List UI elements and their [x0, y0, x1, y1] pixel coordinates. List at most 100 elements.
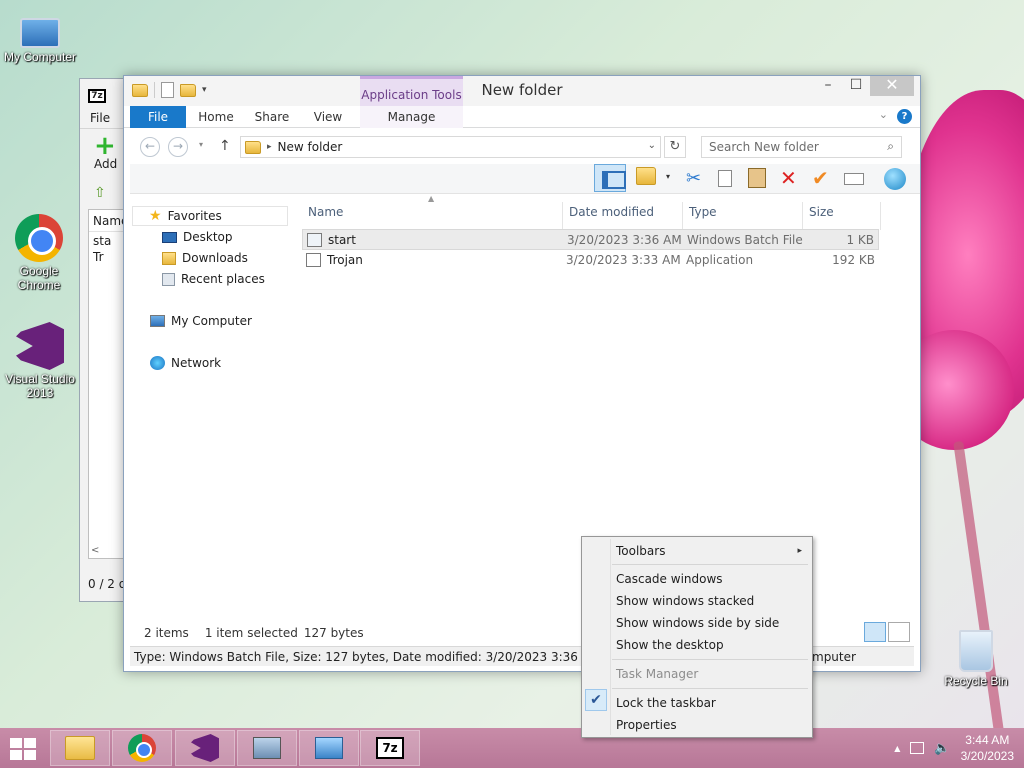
column-header-name[interactable]: Name	[302, 202, 563, 230]
address-dropdown-icon[interactable]: ⌄	[648, 140, 656, 151]
folder-options-button[interactable]	[636, 167, 658, 189]
windows-logo-icon	[10, 738, 22, 748]
star-icon: ★	[149, 208, 162, 224]
resource-monitor-icon	[253, 737, 281, 759]
expand-ribbon-icon[interactable]: ⌄	[879, 108, 888, 121]
taskbar[interactable]: 7z ▲ 🔈 3:44 AM 3/20/2023	[0, 728, 1024, 768]
status-bytes: 127 bytes	[303, 626, 364, 640]
tab-file[interactable]: File	[130, 106, 186, 128]
menu-item-toolbars[interactable]: Toolbars	[616, 541, 806, 561]
column-header-type[interactable]: Type	[683, 202, 803, 230]
maximize-button[interactable]: ☐	[842, 76, 870, 96]
desktop-icon-visual-studio[interactable]: Visual Studio 2013	[0, 322, 80, 400]
breadcrumb-current[interactable]: New folder	[278, 140, 343, 154]
rename-icon[interactable]	[844, 173, 864, 185]
nav-network[interactable]: Network	[150, 353, 221, 373]
file-row[interactable]: Trojan 3/20/2023 3:33 AM Application 192…	[302, 250, 879, 271]
recent-places-icon	[162, 272, 175, 286]
back-button[interactable]: ←	[140, 137, 160, 157]
minimize-button[interactable]: –	[814, 76, 842, 96]
desktop-icon-my-computer[interactable]: My Computer	[0, 8, 80, 64]
refresh-button[interactable]: ↻	[664, 136, 686, 158]
nav-my-computer[interactable]: My Computer	[150, 311, 252, 331]
file-row[interactable]: start 3/20/2023 3:36 AM Windows Batch Fi…	[302, 229, 879, 250]
help-icon[interactable]: ?	[897, 109, 912, 124]
application-icon	[306, 253, 321, 267]
status-bar: 2 items 1 item selected 127 bytes	[144, 626, 364, 640]
network-status-icon[interactable]	[910, 742, 925, 754]
search-icon[interactable]: ⌕	[887, 139, 894, 154]
command-toolbar: ▾ ✂ ✕ ✔	[130, 164, 920, 194]
select-all-icon[interactable]: ✔	[812, 168, 834, 190]
new-folder-icon[interactable]	[180, 83, 196, 97]
scroll-left-icon[interactable]: <	[91, 545, 99, 556]
customize-toolbar-icon[interactable]: ▾	[202, 85, 207, 95]
clock-date: 3/20/2023	[960, 749, 1014, 763]
nav-recent-places[interactable]: Recent places	[162, 269, 265, 289]
clock[interactable]: 3:44 AM 3/20/2023	[961, 732, 1014, 764]
breadcrumb-separator-icon[interactable]: ▸	[267, 142, 272, 152]
taskbar-chrome[interactable]	[112, 730, 172, 766]
forward-button[interactable]: →	[168, 137, 188, 157]
menu-item-lock-taskbar[interactable]: Lock the taskbar	[616, 693, 716, 713]
details-view-button[interactable]	[864, 622, 886, 642]
tab-manage[interactable]: Manage	[360, 106, 463, 128]
column-header-date[interactable]: Date modified	[563, 202, 683, 230]
taskbar-control-panel[interactable]	[299, 730, 359, 766]
tab-view[interactable]: View	[308, 106, 348, 128]
computer-icon	[20, 18, 60, 48]
menu-item-properties[interactable]: Properties	[616, 715, 677, 735]
delete-icon[interactable]: ✕	[780, 168, 802, 190]
nav-downloads[interactable]: Downloads	[162, 248, 248, 268]
search-input[interactable]: Search New folder ⌕	[701, 136, 902, 158]
menu-item-task-manager: Task Manager	[616, 667, 699, 681]
sevenzip-logo-icon: 7z	[88, 89, 106, 103]
properties-icon[interactable]	[161, 82, 174, 98]
taskbar-resource-monitor[interactable]	[237, 730, 297, 766]
folder-options-dropdown-icon[interactable]: ▾	[666, 172, 676, 194]
quick-access-toolbar: ▾	[132, 82, 207, 98]
checkmark-icon: ✔	[585, 689, 607, 711]
globe-icon[interactable]	[884, 168, 906, 190]
recent-locations-icon[interactable]: ▾	[199, 140, 203, 149]
recycle-bin-icon	[959, 630, 993, 672]
folder-up-icon[interactable]: ⇧	[94, 185, 106, 201]
volume-icon[interactable]: 🔈	[934, 741, 950, 756]
large-icons-view-button[interactable]	[888, 622, 910, 642]
cut-icon[interactable]: ✂	[686, 168, 708, 190]
menu-item-side-by-side[interactable]: Show windows side by side	[616, 613, 779, 633]
clock-time: 3:44 AM	[965, 733, 1010, 747]
paste-icon[interactable]	[748, 168, 766, 188]
copy-icon[interactable]	[718, 170, 732, 187]
up-button[interactable]: ↑	[219, 138, 231, 154]
close-button[interactable]: ✕	[870, 76, 914, 96]
file-explorer-icon	[65, 736, 95, 760]
system-tray: ▲ 🔈 3:44 AM 3/20/2023	[894, 732, 1014, 764]
start-button[interactable]	[10, 738, 38, 760]
tab-share[interactable]: Share	[250, 106, 294, 128]
explorer-titlebar[interactable]: ▾ Application Tools New folder – ☐ ✕	[124, 76, 920, 106]
column-header-size[interactable]: Size	[803, 202, 881, 230]
sevenzip-icon: 7z	[376, 737, 404, 759]
show-hidden-icons-icon[interactable]: ▲	[894, 744, 900, 753]
visual-studio-icon	[191, 734, 219, 762]
chrome-icon	[15, 214, 63, 262]
menu-item-cascade[interactable]: Cascade windows	[616, 569, 723, 589]
background-window-text: mputer	[812, 650, 856, 664]
taskbar-visual-studio[interactable]	[175, 730, 235, 766]
preview-pane-button[interactable]	[594, 164, 626, 192]
desktop-icon-recycle-bin[interactable]: Recycle Bin	[936, 630, 1016, 688]
taskbar-7zip[interactable]: 7z	[360, 730, 420, 766]
address-bar[interactable]: ▸ New folder ⌄	[240, 136, 661, 158]
tab-home[interactable]: Home	[194, 106, 238, 128]
desktop-icon-chrome[interactable]: Google Chrome	[0, 214, 78, 292]
menu-item-show-desktop[interactable]: Show the desktop	[616, 635, 724, 655]
application-tools-label: Application Tools	[360, 76, 463, 106]
taskbar-context-menu: Toolbars ▸ Cascade windows Show windows …	[581, 536, 813, 738]
desktop-icon-label: Recycle Bin	[944, 674, 1008, 688]
nav-desktop[interactable]: Desktop	[162, 227, 233, 247]
desktop-icon-label: Google Chrome	[17, 264, 61, 292]
menu-item-stacked[interactable]: Show windows stacked	[616, 591, 754, 611]
nav-favorites[interactable]: ★ Favorites	[132, 206, 288, 226]
taskbar-file-explorer[interactable]	[50, 730, 110, 766]
